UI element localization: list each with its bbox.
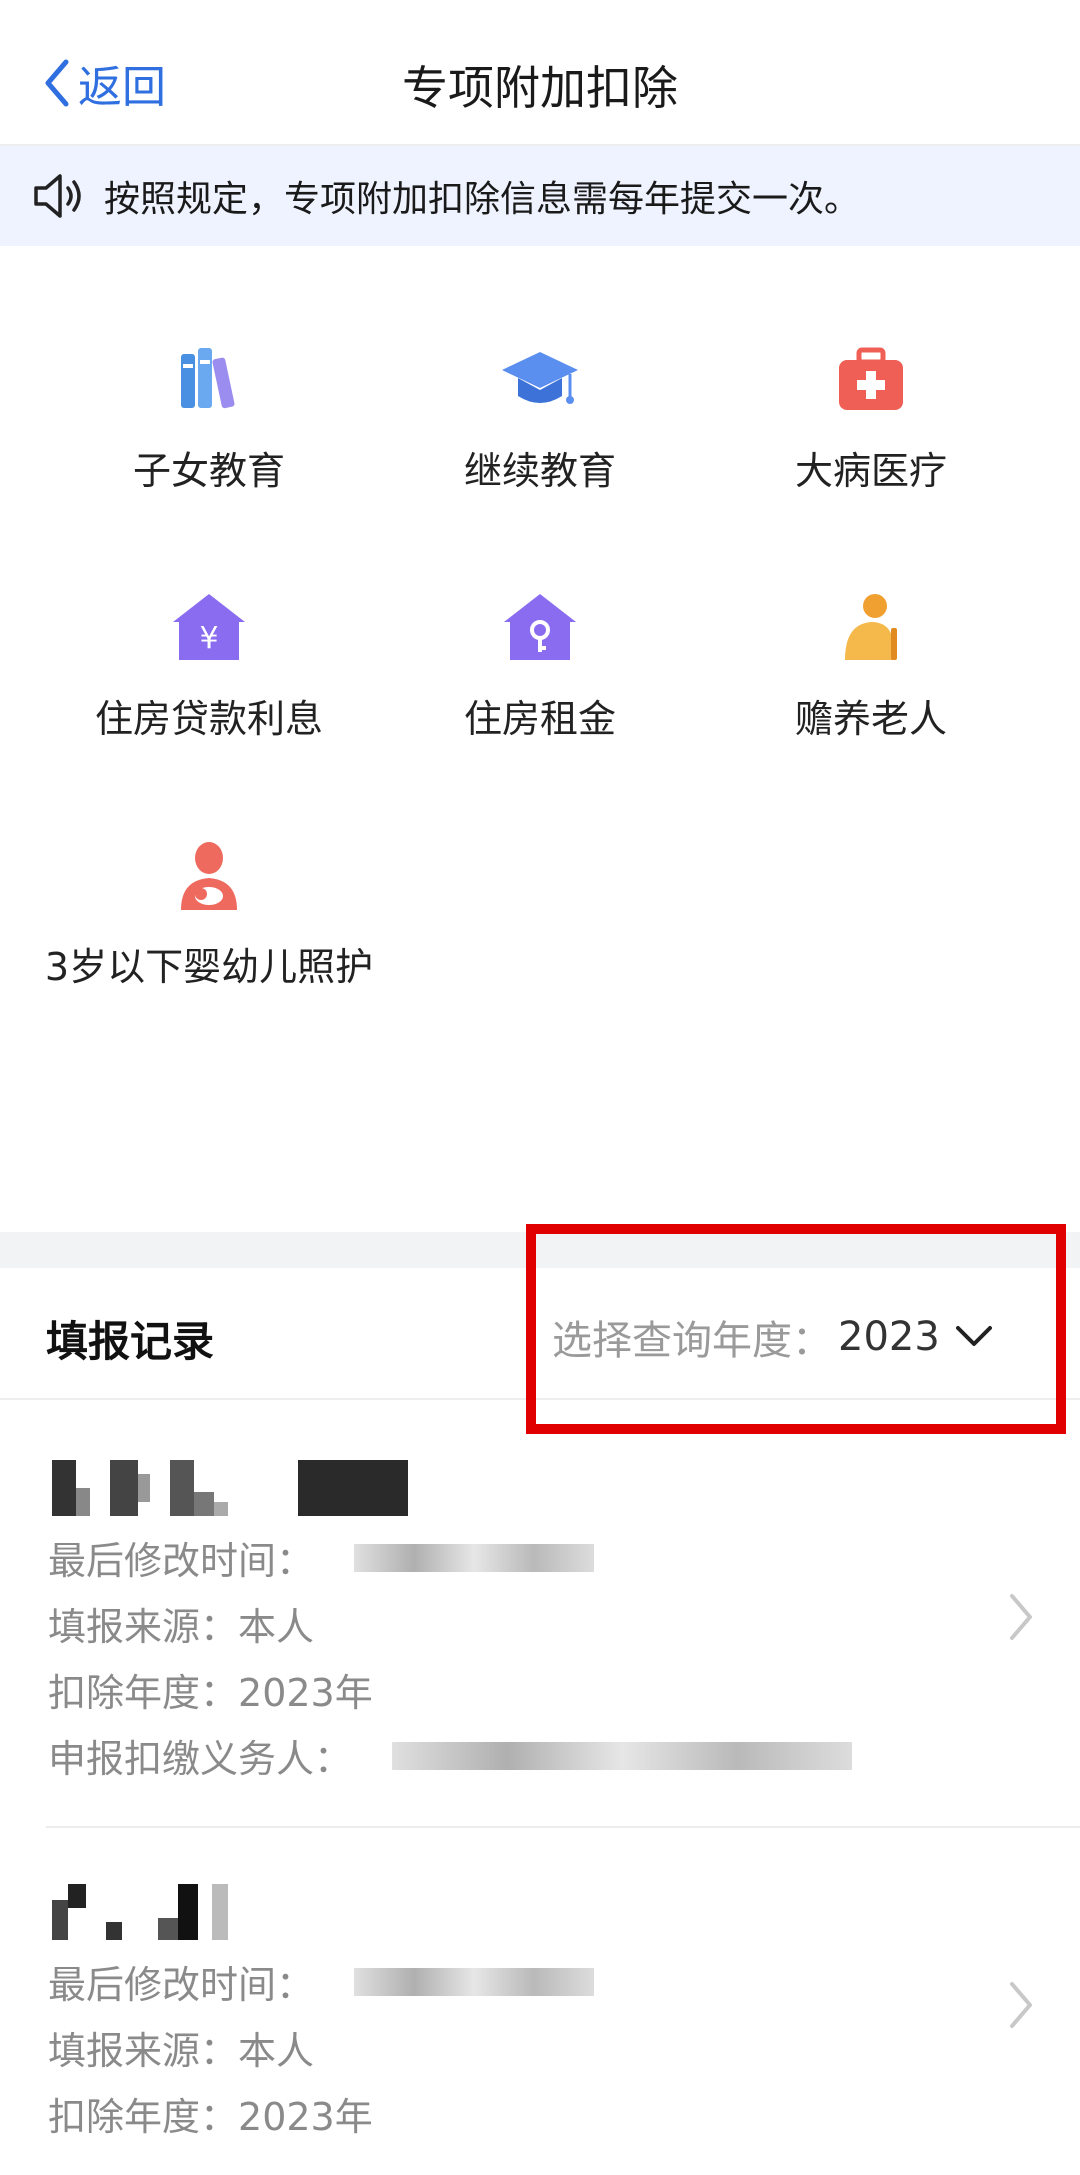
record-withholder-line: 申报扣缴义务人： [48, 1728, 853, 1783]
category-children-education[interactable]: 子女教育 [29, 340, 389, 502]
category-elderly-support[interactable]: 赡养老人 [691, 588, 1051, 750]
category-label: 住房贷款利息 [94, 697, 323, 741]
house-key-icon [504, 594, 576, 660]
record-item[interactable]: 最后修改时间： 填报来源： 本人 扣除年度： 2023年 [0, 1884, 1080, 2144]
category-label: 赡养老人 [794, 697, 947, 741]
speaker-icon [34, 174, 81, 218]
record-separator [46, 1826, 1080, 1828]
record-item[interactable]: 最后修改时间： 填报来源： 本人 扣除年度： 2023年 申报扣缴义务人： [0, 1460, 1080, 1820]
chevron-right-icon [1010, 1594, 1032, 1640]
notice-text: 按照规定，专项附加扣除信息需每年提交一次。 [104, 179, 861, 220]
record-withholder-label: 申报扣缴义务人： [48, 1737, 353, 1781]
records-title: 填报记录 [46, 1317, 215, 1366]
record-modified-line: 最后修改时间： [48, 1530, 595, 1585]
record-name-redacted [52, 1460, 408, 1516]
record-year-label: 扣除年度： [48, 1671, 239, 1715]
record-source-value: 本人 [238, 2029, 315, 2073]
page-title: 专项附加扣除 [402, 61, 678, 115]
category-label: 大病医疗 [794, 449, 947, 493]
graduation-cap-icon [502, 352, 578, 404]
books-icon [181, 348, 235, 409]
record-year-value: 2023年 [238, 2095, 373, 2139]
redacted-timestamp [354, 1967, 595, 1996]
nav-bar: 返回 专项附加扣除 [0, 0, 1080, 146]
notice-banner: 按照规定，专项附加扣除信息需每年提交一次。 [0, 146, 1080, 246]
category-continuing-education[interactable]: 继续教育 [360, 340, 720, 502]
medical-kit-icon [839, 347, 903, 410]
category-housing-loan-interest[interactable]: ¥ 住房贷款利息 [29, 588, 389, 750]
record-modified-line: 最后修改时间： [48, 1954, 595, 2009]
category-label: 子女教育 [132, 449, 285, 493]
record-name-redacted [52, 1884, 228, 1940]
highlight-box [526, 1224, 1066, 1434]
redacted-timestamp [354, 1543, 595, 1572]
category-label: 3岁以下婴幼儿照护 [44, 945, 374, 989]
record-source-value: 本人 [238, 1605, 315, 1649]
chevron-right-icon [1010, 1982, 1032, 2028]
house-yuan-icon: ¥ [173, 594, 245, 660]
record-source-label: 填报来源： [48, 1605, 239, 1649]
mother-baby-icon [181, 842, 237, 910]
record-year-line: 扣除年度： 2023年 [48, 2086, 373, 2141]
category-infant-care[interactable]: 3岁以下婴幼儿照护 [29, 836, 389, 998]
elderly-person-icon [845, 594, 897, 660]
category-label: 住房租金 [463, 697, 616, 741]
record-source-line: 填报来源： 本人 [48, 2020, 314, 2075]
record-year-value: 2023年 [238, 1671, 373, 1715]
record-modified-label: 最后修改时间： [48, 1963, 315, 2007]
record-year-line: 扣除年度： 2023年 [48, 1662, 373, 1717]
redacted-withholder [392, 1741, 853, 1770]
category-housing-rent[interactable]: 住房租金 [360, 588, 720, 750]
svg-text:¥: ¥ [199, 621, 218, 656]
category-serious-illness[interactable]: 大病医疗 [691, 340, 1051, 502]
record-source-line: 填报来源： 本人 [48, 1596, 314, 1651]
record-year-label: 扣除年度： [48, 2095, 239, 2139]
record-modified-label: 最后修改时间： [48, 1539, 315, 1583]
category-label: 继续教育 [463, 449, 616, 493]
record-source-label: 填报来源： [48, 2029, 239, 2073]
